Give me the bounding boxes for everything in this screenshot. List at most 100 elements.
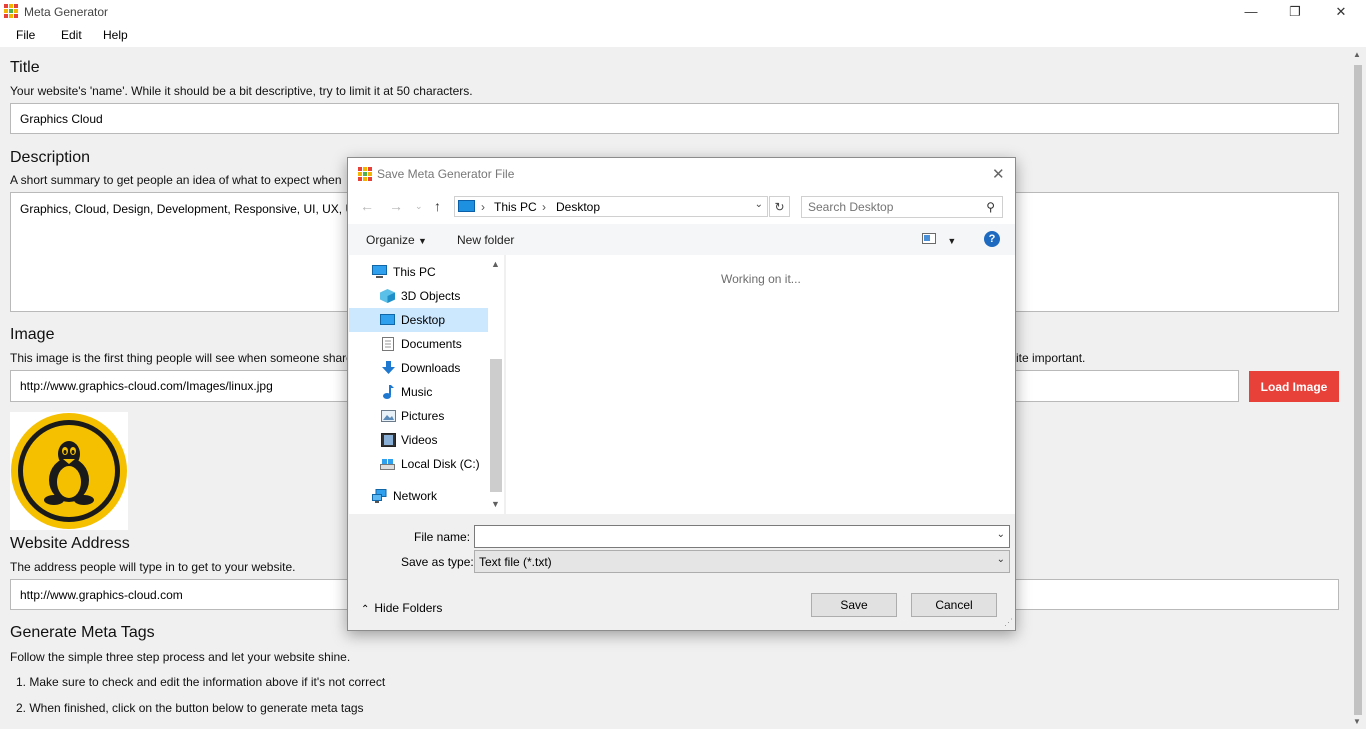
music-icon (383, 385, 394, 399)
nav-item-pictures[interactable]: Pictures (349, 404, 488, 428)
title-hint: Your website's 'name'. While it should b… (10, 84, 473, 98)
load-image-button[interactable]: Load Image (1249, 371, 1339, 402)
nav-item-videos[interactable]: Videos (349, 428, 488, 452)
menu-edit[interactable]: Edit (61, 28, 82, 42)
dialog-close-icon[interactable]: ✕ (992, 165, 1005, 183)
computer-icon (458, 200, 475, 212)
nav-item-local-disk[interactable]: Local Disk (C:) (349, 452, 488, 476)
image-hint: This image is the first thing people wil… (10, 351, 353, 365)
description-hint: A short summary to get people an idea of… (10, 173, 342, 187)
search-input[interactable] (808, 200, 976, 214)
file-name-input[interactable]: ⌄ (474, 525, 1010, 548)
new-folder-button[interactable]: New folder (457, 233, 514, 247)
disk-icon (380, 459, 395, 470)
save-as-type-select[interactable]: Text file (*.txt) ⌄ (474, 550, 1010, 573)
file-name-label: File name: (414, 530, 471, 544)
breadcrumb-desktop[interactable]: Desktop (556, 200, 600, 214)
chevron-down-icon: ▼ (947, 236, 957, 246)
nav-item-3d-objects[interactable]: 3D Objects (349, 284, 488, 308)
address-hint: The address people will type in to get t… (10, 560, 296, 574)
linux-logo-image (10, 412, 128, 530)
network-icon (372, 489, 387, 503)
back-arrow-icon[interactable]: ← (360, 198, 374, 214)
linux-penguin-icon (11, 413, 127, 529)
generate-intro: Follow the simple three step process and… (10, 650, 351, 664)
title-input[interactable]: Graphics Cloud (10, 103, 1339, 134)
title-input-value: Graphics Cloud (20, 111, 103, 126)
breadcrumb-this-pc[interactable]: This PC (494, 200, 537, 214)
organize-button[interactable]: Organize ▼ (366, 233, 427, 247)
address-heading: Website Address (10, 535, 130, 552)
search-icon: ⚲ (986, 200, 995, 214)
close-icon: ✕ (1335, 3, 1347, 19)
chevron-down-icon[interactable]: ⌄ (997, 554, 1005, 565)
folder-navigation-pane: This PC 3D Objects Desktop Documents Dow… (349, 255, 488, 514)
scroll-up-icon[interactable]: ▲ (491, 259, 500, 269)
nav-item-desktop[interactable]: Desktop (349, 308, 488, 332)
nav-item-music[interactable]: Music (349, 380, 488, 404)
restore-icon: ❐ (1289, 3, 1301, 19)
recent-locations-icon[interactable]: ⌄ (415, 201, 423, 212)
generate-heading: Generate Meta Tags (10, 624, 155, 641)
window-title: Meta Generator (24, 5, 109, 19)
minimize-button[interactable]: — (1228, 0, 1274, 23)
address-dropdown-icon[interactable]: ⌄ (755, 199, 763, 210)
save-file-dialog: Save Meta Generator File ✕ ← → ⌄ ↑ › Thi… (347, 157, 1016, 631)
refresh-icon: ↻ (774, 199, 785, 214)
scroll-up-icon[interactable]: ▲ (1353, 50, 1361, 59)
close-button[interactable]: ✕ (1318, 0, 1364, 23)
file-list-pane[interactable]: Working on it... (506, 255, 1015, 514)
refresh-button[interactable]: ↻ (769, 196, 790, 217)
restore-button[interactable]: ❐ (1272, 0, 1318, 23)
save-as-type-value: Text file (*.txt) (479, 555, 552, 569)
menu-help[interactable]: Help (103, 28, 128, 42)
description-heading: Description (10, 149, 91, 166)
view-options-button[interactable]: ▼ (922, 233, 956, 247)
navigation-pane-scrollbar[interactable]: ▲ ▼ (488, 255, 504, 514)
nav-item-this-pc[interactable]: This PC (349, 260, 488, 284)
navigation-pane-scrollbar-thumb[interactable] (490, 359, 502, 492)
desktop-icon (380, 314, 395, 325)
address-bar[interactable]: › This PC › Desktop ⌄ (454, 196, 768, 217)
document-icon (382, 337, 394, 351)
download-icon (382, 361, 395, 374)
chevron-down-icon: ▼ (418, 236, 427, 246)
main-scrollbar-thumb[interactable] (1354, 65, 1362, 715)
dialog-title: Save Meta Generator File (377, 167, 515, 181)
chevron-up-icon: ⌃ (361, 604, 370, 615)
minimize-icon: — (1244, 4, 1258, 19)
help-icon[interactable]: ? (984, 231, 1000, 247)
window-titlebar: Meta Generator — ❐ ✕ (0, 0, 1366, 23)
scroll-down-icon[interactable]: ▼ (1353, 717, 1361, 726)
menu-bar: File Edit Help (0, 23, 1366, 47)
app-icon (4, 4, 18, 18)
nav-item-downloads[interactable]: Downloads (349, 356, 488, 380)
save-button[interactable]: Save (811, 593, 897, 617)
dialog-toolbar: Organize ▼ New folder ▼ ? (348, 224, 1015, 255)
menu-file[interactable]: File (16, 28, 35, 42)
nav-item-network[interactable]: Network (349, 484, 488, 508)
image-hint-tail: ite important. (1016, 351, 1086, 365)
website-address-value: http://www.graphics-cloud.com (20, 587, 183, 602)
title-heading: Title (10, 59, 40, 76)
app-icon (358, 167, 372, 181)
description-input-value: Graphics, Cloud, Design, Development, Re… (20, 202, 361, 216)
forward-arrow-icon[interactable]: → (389, 198, 403, 214)
search-box[interactable]: ⚲ (801, 196, 1003, 218)
cancel-button[interactable]: Cancel (911, 593, 997, 617)
computer-icon (372, 265, 387, 278)
dialog-navigation-bar: ← → ⌄ ↑ › This PC › Desktop ⌄ ↻ ⚲ (348, 190, 1015, 224)
up-arrow-icon[interactable]: ↑ (434, 198, 441, 214)
loading-status: Working on it... (721, 272, 801, 286)
video-icon (381, 433, 396, 447)
cube-icon (380, 289, 395, 303)
resize-grip-icon[interactable]: ⋰ (1004, 617, 1013, 628)
scroll-down-icon[interactable]: ▼ (491, 499, 500, 509)
nav-item-documents[interactable]: Documents (349, 332, 488, 356)
main-scrollbar[interactable]: ▲ ▼ (1350, 47, 1366, 729)
chevron-down-icon[interactable]: ⌄ (997, 529, 1005, 540)
dialog-titlebar: Save Meta Generator File ✕ (348, 158, 1015, 190)
hide-folders-button[interactable]: ⌃ Hide Folders (361, 601, 442, 615)
view-icon (922, 233, 936, 244)
picture-icon (381, 410, 396, 422)
